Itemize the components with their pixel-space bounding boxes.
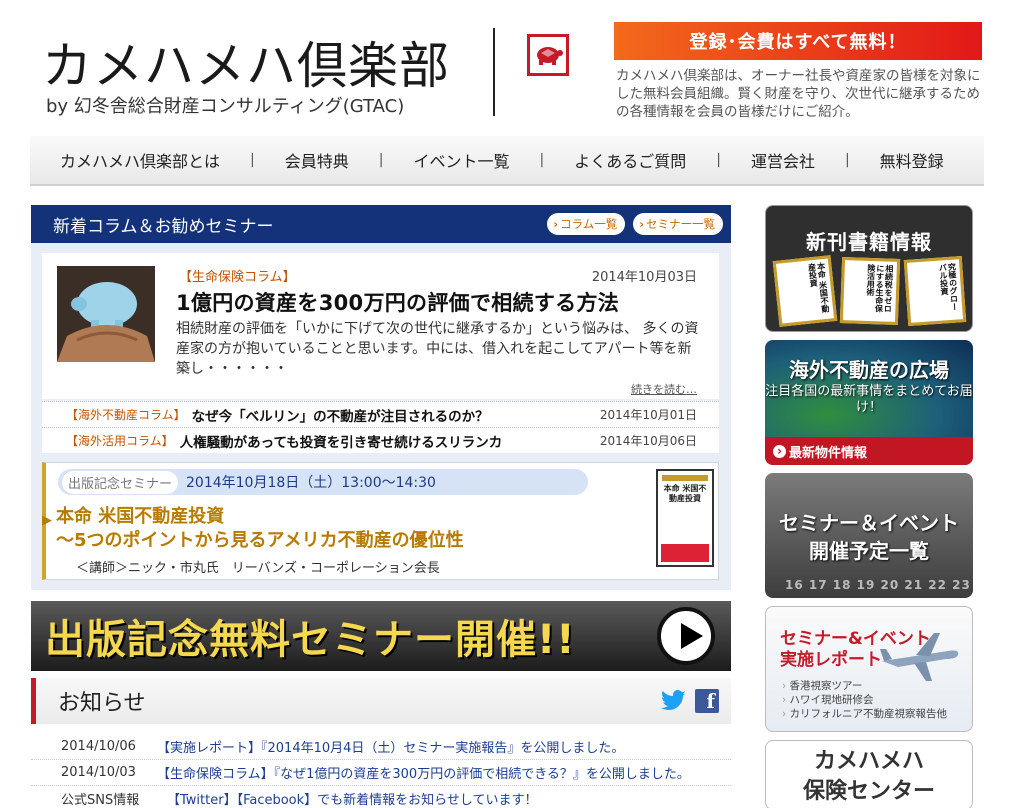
banner-text: 出版記念無料セミナー開催!!	[45, 617, 576, 663]
piggy-bank-image[interactable]	[57, 266, 155, 362]
read-more-link[interactable]: 続きを読む…	[631, 381, 697, 397]
seminar-title-line2: ～5つのポイントから見るアメリカ不動産の優位性	[56, 530, 464, 551]
notice-item[interactable]: 2014/10/06 【実施レポート】『2014年10月4日（土）セミナー実施報…	[31, 734, 731, 760]
nav-item-company[interactable]: 運営会社	[721, 148, 845, 172]
nav-item-register[interactable]: 無料登録	[850, 148, 974, 172]
nav-item-events[interactable]: イベント一覧	[383, 148, 539, 172]
nav-item-faq[interactable]: よくあるご質問	[544, 148, 716, 172]
notice-item-sns: 公式SNS情報 【Twitter】【Facebook】でも新着情報をお知らせして…	[31, 786, 731, 808]
news-date: 2014年10月06日	[599, 434, 697, 448]
news-category: 【海外不動産コラム】	[66, 408, 186, 422]
logo-divider	[493, 28, 495, 116]
notice-item[interactable]: 2014/10/03 【生命保険コラム】『なぜ1億円の資産を300万円の評価で相…	[31, 760, 731, 786]
insurance-title: カメハメハ 保険センター	[766, 747, 972, 807]
book-cover-title: 本命 米国不動産投資	[663, 484, 707, 503]
book-cover: 相続税をゼロにする生命保険活用術	[839, 257, 901, 325]
feature-title[interactable]: 1億円の資産を300万円の評価で相続する方法	[176, 287, 619, 317]
twitter-icon[interactable]	[661, 690, 687, 712]
notice-link[interactable]: 【生命保険コラム】『なぜ1億円の資産を300万円の評価で相続できる？』を公開しま…	[157, 763, 690, 782]
new-books-title: 新刊書籍情報	[806, 230, 932, 254]
seminar-datetime: 2014年10月18日（土）13:00～14:30	[186, 475, 436, 491]
latest-properties-link[interactable]: 最新物件情報	[765, 437, 973, 465]
insurance-title-line2: 保険センター	[802, 779, 935, 804]
main-nav: カメハメハ倶楽部とは | 会員特典 | イベント一覧 | よくあるご質問 | 運…	[30, 136, 984, 186]
feature-excerpt: 相続財産の評価を「いかに下げて次の世代に継承するか」という悩みは、 多くの資産家…	[176, 321, 699, 377]
notice-date: 2014/10/06	[61, 739, 136, 754]
facebook-icon[interactable]: f	[695, 689, 719, 713]
column-section: 新着コラム＆お勧めセミナー コラム一覧 セミナー一覧 【生命保険コラム】 201…	[31, 205, 731, 590]
site-logo-subtitle: by 幻冬舎総合財産コンサルティング(GTAC)	[46, 96, 405, 117]
new-books-banner[interactable]: 新刊書籍情報 本命 米国不動産投資 相続税をゼロにする生命保険活用術 究極のグロ…	[765, 205, 973, 332]
book-cover: 究極のグローバル投資	[903, 256, 967, 326]
notice-link[interactable]: 【実施レポート】『2014年10月4日（土）セミナー実施報告』を公開しました。	[157, 737, 624, 756]
events-schedule-banner[interactable]: セミナー＆イベント 開催予定一覧 16 17 18 19 20 21 22 23…	[765, 473, 973, 598]
calendar-strip: 16 17 18 19 20 21 22 23 24 25	[785, 578, 973, 592]
nav-item-benefits[interactable]: 会員特典	[255, 148, 379, 172]
club-description: カメハメハ倶楽部は、オーナー社長や資産家の皆様を対象にした無料会員組織。賢く財産…	[616, 68, 981, 120]
report-item[interactable]: 香港視察ツアー	[782, 679, 947, 693]
seminar-book-cover[interactable]: 本命 米国不動産投資	[656, 469, 714, 567]
column-heading: 新着コラム＆お勧めセミナー	[53, 216, 274, 237]
events-title-line1: セミナー＆イベント	[779, 511, 959, 535]
news-date: 2014年10月01日	[599, 408, 697, 422]
site-logo-title[interactable]: カメハメハ倶楽部	[42, 26, 450, 98]
news-row[interactable]: 【海外活用コラム】 人権騒動があっても投資を引き寄せ続けるスリランカ 2014年…	[42, 427, 719, 453]
events-title: セミナー＆イベント 開催予定一覧	[765, 509, 973, 565]
notice-heading: お知らせ	[58, 691, 146, 716]
seminar-title-line1: 本命 米国不動産投資	[56, 506, 225, 527]
reports-list: 香港視察ツアー ハワイ現地研修会 カリフォルニア不動産視察報告他	[782, 679, 948, 721]
featured-column[interactable]: 【生命保険コラム】 2014年10月03日 1億円の資産を300万円の評価で相続…	[42, 253, 719, 399]
report-item[interactable]: カリフォルニア不動産視察報告他	[782, 707, 948, 721]
overseas-subtitle: 注目各国の最新事情をまとめてお届け！	[765, 384, 973, 415]
play-icon[interactable]	[657, 607, 715, 665]
seminar-title[interactable]: 本命 米国不動産投資 ～5つのポイントから見るアメリカ不動産の優位性	[56, 505, 464, 553]
register-free-button[interactable]: 登録･会費はすべて無料！	[614, 22, 982, 60]
nav-item-about[interactable]: カメハメハ倶楽部とは	[30, 148, 250, 172]
seminar-lecturer: ＜講師＞ニック・市丸氏 リーバンズ・コーポレーション会長	[76, 561, 440, 576]
report-item[interactable]: ハワイ現地研修会	[782, 693, 947, 707]
overseas-realestate-banner[interactable]: 海外不動産の広場 注目各国の最新事情をまとめてお届け！ 最新物件情報	[765, 340, 973, 465]
feature-category: 【生命保険コラム】	[179, 270, 296, 285]
sns-label: 公式SNS情報	[61, 793, 140, 808]
seminar-banner[interactable]: 出版記念無料セミナー開催!!	[31, 601, 731, 671]
seminar-list-button[interactable]: セミナー一覧	[633, 213, 723, 235]
notice-date: 2014/10/03	[61, 765, 136, 780]
news-title[interactable]: 人権騒動があっても投資を引き寄せ続けるスリランカ	[180, 431, 600, 451]
insurance-title-line1: カメハメハ	[813, 749, 924, 774]
seminar-tag: 出版記念セミナー	[62, 470, 179, 494]
feature-date: 2014年10月03日	[591, 270, 697, 285]
featured-seminar[interactable]: 出版記念セミナー 2014年10月18日（土）13:00～14:30 ▶ 本命 …	[42, 462, 719, 580]
insurance-center-banner[interactable]: カメハメハ 保険センター	[765, 740, 973, 808]
seminar-info-band: 出版記念セミナー 2014年10月18日（土）13:00～14:30	[58, 469, 588, 495]
turtle-stamp-icon	[527, 34, 569, 76]
events-title-line2: 開催予定一覧	[809, 539, 929, 563]
airplane-icon	[880, 633, 959, 681]
news-title[interactable]: なぜ今「ベルリン」の不動産が注目されるのか？	[192, 405, 600, 425]
news-category: 【海外活用コラム】	[66, 434, 174, 448]
notice-list: 2014/10/06 【実施レポート】『2014年10月4日（土）セミナー実施報…	[31, 734, 731, 808]
column-list-button[interactable]: コラム一覧	[547, 213, 626, 235]
column-header: 新着コラム＆お勧めセミナー コラム一覧 セミナー一覧	[31, 205, 731, 243]
seminar-arrow-icon: ▶	[42, 513, 52, 528]
book-cover: 本命 米国不動産投資	[772, 255, 838, 327]
news-row[interactable]: 【海外不動産コラム】 なぜ今「ベルリン」の不動産が注目されるのか？ 2014年1…	[42, 401, 719, 427]
event-reports-banner[interactable]: セミナー&イベント 実施レポート 香港視察ツアー ハワイ現地研修会 カリフォルニ…	[765, 606, 973, 732]
overseas-title: 海外不動産の広場	[789, 358, 949, 382]
notice-header: お知らせ f	[31, 678, 731, 724]
sns-link[interactable]: 【Twitter】【Facebook】でも新着情報をお知らせしています！	[167, 789, 538, 808]
